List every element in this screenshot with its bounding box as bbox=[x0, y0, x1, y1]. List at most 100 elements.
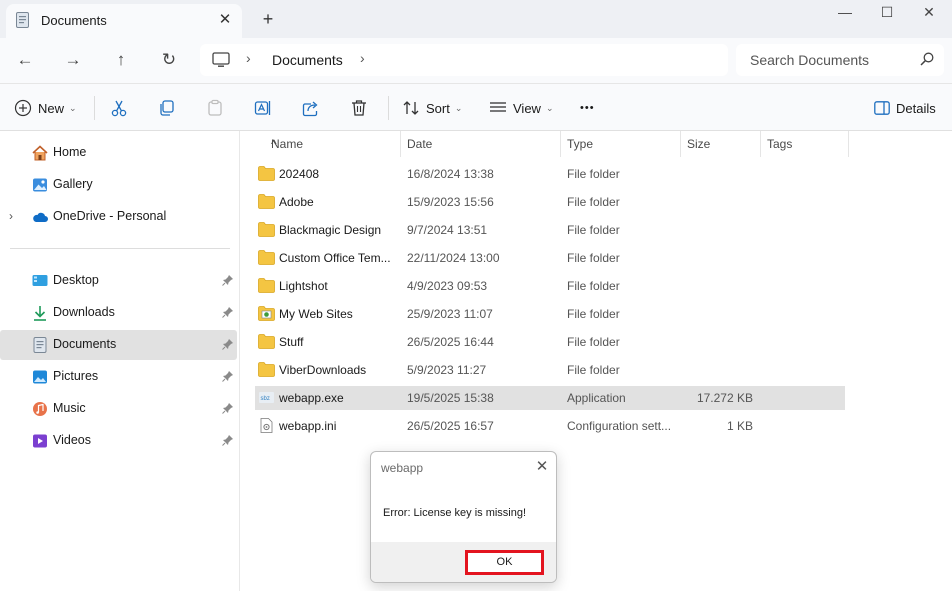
column-header-label: Date bbox=[407, 137, 433, 151]
sidebar-item-label: Desktop bbox=[53, 273, 99, 287]
trash-icon bbox=[352, 100, 366, 116]
file-row[interactable]: webapp.ini 26/5/2025 16:57 Configuration… bbox=[255, 414, 845, 438]
file-type: File folder bbox=[567, 223, 620, 237]
pin-icon[interactable] bbox=[222, 402, 234, 414]
pin-icon[interactable] bbox=[222, 434, 234, 446]
file-name: webapp.ini bbox=[279, 419, 337, 433]
this-pc-icon[interactable] bbox=[212, 52, 230, 68]
sidebar-item-label: Pictures bbox=[53, 369, 99, 383]
file-row[interactable]: ViberDownloads 5/9/2023 11:27 File folde… bbox=[255, 358, 845, 382]
file-row[interactable]: 202408 16/8/2024 13:38 File folder bbox=[255, 162, 845, 186]
details-pane-icon bbox=[874, 101, 890, 115]
navigation-pane: Home Gallery › OneDrive - Personal Deskt… bbox=[0, 131, 240, 591]
pin-icon[interactable] bbox=[222, 274, 234, 286]
plus-circle-icon bbox=[14, 99, 32, 117]
new-button[interactable]: New ⌄ bbox=[14, 94, 77, 122]
more-options-button[interactable]: ••• bbox=[580, 94, 595, 122]
sort-label: Sort bbox=[426, 100, 450, 116]
tab-close-icon[interactable]: ✕ bbox=[215, 10, 235, 30]
file-date: 16/8/2024 13:38 bbox=[407, 167, 494, 181]
column-header-size[interactable]: Size bbox=[681, 131, 761, 157]
breadcrumb-chevron[interactable]: › bbox=[246, 50, 251, 66]
search-input[interactable]: Search Documents bbox=[750, 52, 869, 68]
dialog-title: webapp bbox=[381, 461, 424, 475]
column-header-name[interactable]: Name ^ bbox=[265, 131, 401, 157]
details-pane-button[interactable]: Details bbox=[874, 94, 936, 122]
pin-icon[interactable] bbox=[222, 306, 234, 318]
sidebar-item-documents[interactable]: Documents bbox=[0, 330, 237, 360]
sidebar-item-label: Gallery bbox=[53, 177, 93, 191]
sidebar-item-desktop[interactable]: Desktop bbox=[0, 266, 237, 296]
tab-documents[interactable]: Documents ✕ bbox=[6, 4, 242, 38]
file-name: Adobe bbox=[279, 195, 314, 209]
sort-button[interactable]: Sort ⌄ bbox=[402, 94, 462, 122]
minimize-button[interactable]: — bbox=[822, 0, 868, 30]
rename-button[interactable] bbox=[254, 94, 272, 122]
search-box[interactable]: Search Documents bbox=[736, 44, 944, 76]
sidebar-divider bbox=[10, 248, 230, 249]
home-icon bbox=[32, 145, 48, 161]
file-row-selected[interactable]: sbz webapp.exe 19/5/2025 15:38 Applicati… bbox=[255, 386, 845, 410]
folder-icon bbox=[258, 194, 275, 209]
back-button[interactable]: ← bbox=[11, 46, 39, 74]
column-header-type[interactable]: Type bbox=[561, 131, 681, 157]
column-header-label: Type bbox=[567, 137, 594, 151]
scissors-icon bbox=[111, 100, 127, 117]
file-date: 9/7/2024 13:51 bbox=[407, 223, 488, 237]
sidebar-item-onedrive[interactable]: › OneDrive - Personal bbox=[0, 202, 237, 232]
sidebar-item-gallery[interactable]: Gallery bbox=[0, 170, 237, 200]
file-row[interactable]: My Web Sites 25/9/2023 11:07 File folder bbox=[255, 302, 845, 326]
sidebar-item-downloads[interactable]: Downloads bbox=[0, 298, 237, 328]
breadcrumb-documents[interactable]: Documents bbox=[272, 52, 343, 68]
cut-button[interactable] bbox=[110, 94, 128, 122]
file-list: Name ^ Date Type Size Tags 202408 16/8/2… bbox=[240, 131, 952, 591]
file-row[interactable]: Adobe 15/9/2023 15:56 File folder bbox=[255, 190, 845, 214]
svg-text:sbz: sbz bbox=[261, 396, 270, 402]
maximize-button[interactable]: ☐ bbox=[864, 0, 910, 30]
download-icon bbox=[34, 306, 46, 321]
ini-file-icon bbox=[260, 418, 273, 433]
address-bar[interactable]: › Documents › bbox=[200, 44, 728, 76]
file-size: 1 KB bbox=[726, 419, 753, 433]
dialog-close-icon[interactable]: ✕ bbox=[532, 457, 552, 477]
copy-button[interactable] bbox=[158, 94, 176, 122]
column-header-date[interactable]: Date bbox=[401, 131, 561, 157]
sidebar-item-music[interactable]: Music bbox=[0, 394, 237, 424]
file-row[interactable]: Custom Office Tem... 22/11/2024 13:00 Fi… bbox=[255, 246, 845, 270]
delete-button[interactable] bbox=[350, 94, 368, 122]
up-button[interactable]: ↑ bbox=[107, 46, 135, 74]
more-icon: ••• bbox=[580, 102, 595, 114]
file-date: 22/11/2024 13:00 bbox=[407, 251, 500, 265]
ok-button[interactable]: OK bbox=[465, 550, 544, 575]
search-icon[interactable] bbox=[920, 52, 934, 66]
folder-icon bbox=[258, 250, 275, 265]
column-header-tags[interactable]: Tags bbox=[761, 131, 849, 157]
refresh-button[interactable]: ↻ bbox=[155, 46, 183, 74]
file-name: 202408 bbox=[279, 167, 320, 181]
tab-title: Documents bbox=[41, 13, 107, 28]
paste-icon bbox=[208, 99, 222, 116]
folder-icon bbox=[258, 222, 275, 237]
sidebar-item-home[interactable]: Home bbox=[0, 138, 237, 168]
pin-icon[interactable] bbox=[222, 338, 234, 350]
sort-icon bbox=[403, 101, 419, 115]
file-row[interactable]: Blackmagic Design 9/7/2024 13:51 File fo… bbox=[255, 218, 845, 242]
folder-icon bbox=[258, 362, 275, 377]
file-row[interactable]: Stuff 26/5/2025 16:44 File folder bbox=[255, 330, 845, 354]
forward-button[interactable]: → bbox=[59, 46, 87, 74]
paste-button[interactable] bbox=[206, 94, 224, 122]
share-button[interactable] bbox=[302, 94, 320, 122]
share-icon bbox=[302, 101, 318, 117]
breadcrumb-chevron[interactable]: › bbox=[360, 50, 365, 66]
new-tab-button[interactable]: + bbox=[258, 9, 278, 29]
pin-icon[interactable] bbox=[222, 370, 234, 382]
view-button[interactable]: View ⌄ bbox=[489, 94, 554, 122]
file-name: webapp.exe bbox=[279, 391, 344, 405]
file-row[interactable]: Lightshot 4/9/2023 09:53 File folder bbox=[255, 274, 845, 298]
sidebar-item-videos[interactable]: Videos bbox=[0, 426, 237, 456]
close-window-button[interactable]: ✕ bbox=[906, 0, 952, 30]
documents-icon bbox=[33, 337, 47, 353]
sidebar-item-pictures[interactable]: Pictures bbox=[0, 362, 237, 392]
expand-chevron-icon[interactable]: › bbox=[9, 209, 13, 223]
file-explorer-window: Documents ✕ + — ☐ ✕ ← → ↑ ↻ › Documents … bbox=[0, 0, 952, 591]
